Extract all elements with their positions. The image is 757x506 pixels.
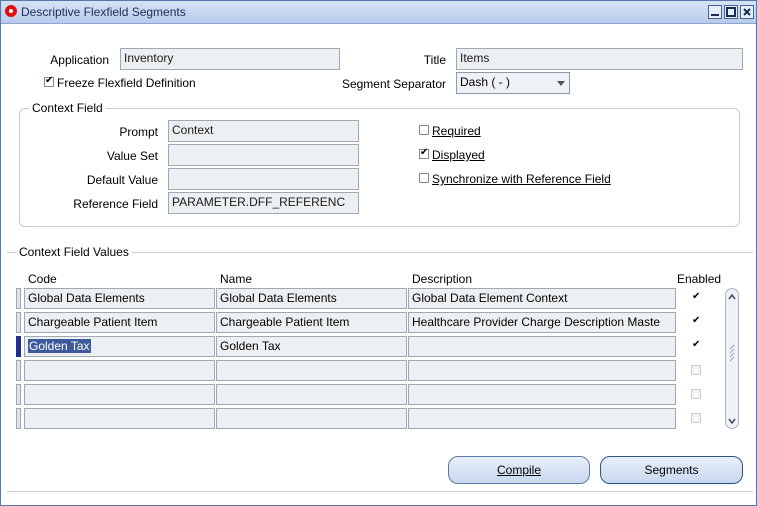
column-header-description: Description	[412, 272, 473, 286]
segments-button-label: Segments	[644, 463, 699, 477]
scroll-up-icon	[728, 293, 736, 300]
compile-button[interactable]: Compile	[448, 456, 590, 484]
code-cell[interactable]	[24, 360, 215, 381]
application-field[interactable]: Inventory	[120, 48, 340, 70]
enabled-checkbox[interactable]	[691, 389, 701, 399]
row-indicator[interactable]	[16, 384, 21, 405]
close-icon[interactable]	[740, 5, 754, 19]
value-set-label: Value Set	[106, 149, 158, 163]
required-checkbox[interactable]	[419, 125, 429, 135]
reference-field[interactable]: PARAMETER.DFF_REFERENC	[168, 192, 359, 214]
enabled-checkbox[interactable]	[691, 365, 701, 375]
name-cell[interactable]: Golden Tax	[216, 336, 407, 357]
row-indicator[interactable]	[16, 408, 21, 429]
enabled-checkbox[interactable]	[691, 413, 701, 423]
column-header-enabled: Enabled	[677, 272, 722, 286]
description-cell[interactable]	[408, 336, 676, 357]
row-indicator[interactable]	[16, 312, 21, 333]
code-cell[interactable]	[24, 408, 215, 429]
title-field[interactable]: Items	[456, 48, 743, 70]
compile-button-label: Compile	[496, 463, 541, 477]
code-cell-selected-text: Golden Tax	[28, 339, 91, 353]
name-cell[interactable]	[216, 360, 407, 381]
column-header-name: Name	[220, 272, 253, 286]
value-set-field[interactable]	[168, 144, 359, 166]
footer-divider	[7, 491, 753, 492]
synchronize-label: Synchronize with Reference Field	[432, 172, 611, 186]
displayed-label: Displayed	[432, 148, 485, 162]
scroll-grip-icon	[729, 344, 735, 362]
prompt-field[interactable]: Context	[168, 120, 359, 142]
context-values-group-title: Context Field Values	[16, 245, 132, 259]
flexfield-segments-window: Descriptive Flexfield Segments Applicati…	[0, 0, 757, 506]
default-value-field[interactable]	[168, 168, 359, 190]
vertical-scrollbar[interactable]	[725, 288, 739, 429]
name-cell[interactable]: Global Data Elements	[216, 288, 407, 309]
application-label: Application	[50, 53, 109, 67]
segment-separator-value: Dash ( - )	[460, 75, 511, 89]
minimize-icon[interactable]	[708, 5, 722, 19]
segment-separator-label: Segment Separator	[341, 77, 446, 91]
name-cell[interactable]	[216, 408, 407, 429]
freeze-label: Freeze Flexfield Definition	[57, 76, 196, 90]
code-cell[interactable]: Global Data Elements	[24, 288, 215, 309]
title-bar: Descriptive Flexfield Segments	[1, 1, 756, 24]
name-cell[interactable]: Chargeable Patient Item	[216, 312, 407, 333]
description-cell[interactable]: Global Data Element Context	[408, 288, 676, 309]
row-indicator[interactable]	[16, 360, 21, 381]
default-value-label: Default Value	[86, 173, 158, 187]
maximize-icon[interactable]	[724, 5, 738, 19]
description-cell[interactable]	[408, 384, 676, 405]
synchronize-checkbox[interactable]	[419, 173, 429, 183]
row-indicator-current[interactable]	[16, 336, 21, 357]
description-cell[interactable]: Healthcare Provider Charge Description M…	[408, 312, 676, 333]
context-field-group-title: Context Field	[29, 101, 106, 115]
column-header-code: Code	[28, 272, 57, 286]
chevron-down-icon	[557, 81, 565, 86]
freeze-checkbox[interactable]	[44, 77, 54, 87]
scroll-down-icon	[728, 418, 736, 425]
oracle-icon	[5, 5, 17, 17]
prompt-label: Prompt	[119, 125, 158, 139]
window-title: Descriptive Flexfield Segments	[21, 5, 186, 19]
segment-separator-select[interactable]: Dash ( - )	[456, 72, 570, 94]
reference-field-label: Reference Field	[73, 197, 158, 211]
enabled-checkbox[interactable]	[691, 293, 701, 303]
displayed-checkbox[interactable]	[419, 149, 429, 159]
description-cell[interactable]	[408, 360, 676, 381]
row-indicator[interactable]	[16, 288, 21, 309]
code-cell[interactable]: Golden Tax	[24, 336, 215, 357]
code-cell[interactable]	[24, 384, 215, 405]
enabled-checkbox[interactable]	[691, 341, 701, 351]
enabled-checkbox[interactable]	[691, 317, 701, 327]
segments-button[interactable]: Segments	[600, 456, 743, 484]
name-cell[interactable]	[216, 384, 407, 405]
title-label: Title	[423, 53, 446, 67]
description-cell[interactable]	[408, 408, 676, 429]
required-label: Required	[432, 124, 481, 138]
code-cell[interactable]: Chargeable Patient Item	[24, 312, 215, 333]
